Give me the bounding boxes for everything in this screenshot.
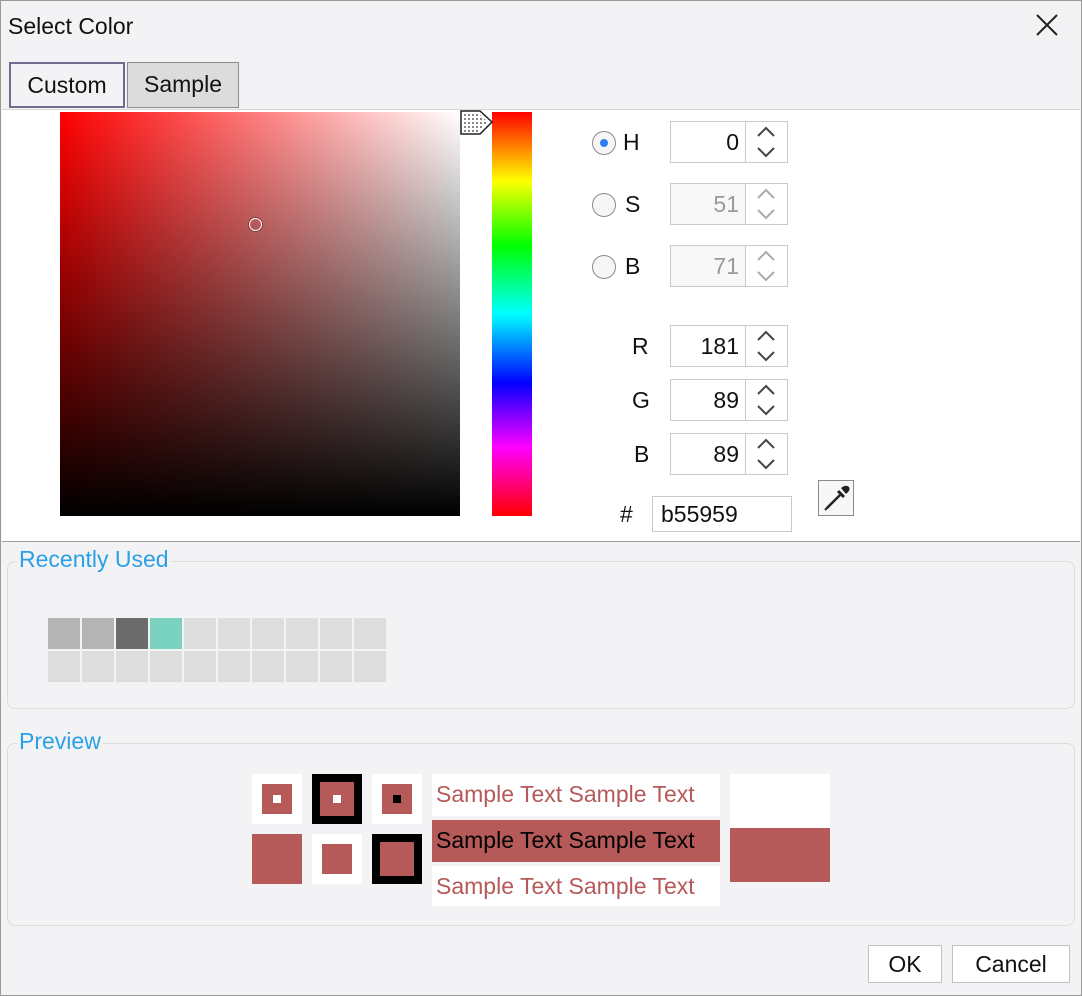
green-spinner[interactable]: [746, 379, 788, 421]
recent-color-swatch[interactable]: [48, 651, 80, 682]
preview-square-5: [312, 834, 362, 884]
ok-button[interactable]: OK: [868, 945, 942, 983]
chevron-up-icon: [757, 250, 775, 261]
label-b-blue: B: [634, 441, 650, 467]
title-bar: [1, 1, 1081, 53]
brightness-spinner[interactable]: [746, 245, 788, 287]
radio-hue[interactable]: [592, 131, 616, 155]
brightness-input[interactable]: 71: [670, 245, 746, 287]
recent-color-swatch[interactable]: [184, 651, 216, 682]
blue-decrement[interactable]: [746, 454, 786, 474]
label-b-brightness: B: [625, 253, 641, 279]
recent-color-swatch[interactable]: [354, 618, 386, 649]
chevron-up-icon: [757, 384, 775, 395]
recent-color-swatch[interactable]: [252, 651, 284, 682]
hue-input[interactable]: 0: [670, 121, 746, 163]
picker-cursor[interactable]: [249, 218, 262, 231]
chevron-down-icon: [757, 351, 775, 362]
red-decrement[interactable]: [746, 346, 786, 366]
preview-previous-color: [730, 774, 830, 828]
recent-color-swatch[interactable]: [320, 651, 352, 682]
green-input[interactable]: 89: [670, 379, 746, 421]
radio-brightness[interactable]: [592, 255, 616, 279]
label-hex: #: [620, 501, 633, 527]
recent-color-swatch[interactable]: [116, 618, 148, 649]
eyedropper-icon: [824, 485, 850, 511]
recent-color-swatch[interactable]: [48, 618, 80, 649]
preview-square-1: [252, 774, 302, 824]
red-input[interactable]: 181: [670, 325, 746, 367]
label-s: S: [625, 191, 641, 217]
label-g: G: [632, 387, 650, 413]
recent-color-swatch[interactable]: [82, 651, 114, 682]
chevron-down-icon: [757, 209, 775, 220]
saturation-brightness-picker[interactable]: [60, 112, 460, 516]
blue-increment[interactable]: [746, 434, 786, 454]
recent-color-swatch[interactable]: [184, 618, 216, 649]
brightness-decrement[interactable]: [746, 266, 786, 286]
chevron-up-icon: [757, 126, 775, 137]
chevron-up-icon: [757, 188, 775, 199]
hue-slider-handle-icon[interactable]: [460, 110, 494, 136]
recent-color-swatch[interactable]: [320, 618, 352, 649]
preview-text-on-white-2: Sample Text Sample Text: [432, 866, 720, 906]
label-r: R: [632, 333, 649, 359]
green-increment[interactable]: [746, 380, 786, 400]
recent-color-swatch[interactable]: [252, 618, 284, 649]
chevron-down-icon: [757, 405, 775, 416]
green-decrement[interactable]: [746, 400, 786, 420]
chevron-down-icon: [757, 459, 775, 470]
hex-input[interactable]: b55959: [652, 496, 792, 532]
hue-increment[interactable]: [746, 122, 786, 142]
recent-color-swatch[interactable]: [218, 618, 250, 649]
preview-square-6: [372, 834, 422, 884]
preview-square-2: [312, 774, 362, 824]
close-icon: [1036, 14, 1058, 36]
blue-spinner[interactable]: [746, 433, 788, 475]
preview-square-4: [252, 834, 302, 884]
recent-color-swatch[interactable]: [116, 651, 148, 682]
hue-decrement[interactable]: [746, 142, 786, 162]
preview-square-3: [372, 774, 422, 824]
recent-colors-grid: [48, 618, 388, 684]
blue-input[interactable]: 89: [670, 433, 746, 475]
recent-color-swatch[interactable]: [150, 618, 182, 649]
preview-title: Preview: [17, 728, 103, 755]
hue-spinner[interactable]: [746, 121, 788, 163]
recent-color-swatch[interactable]: [286, 618, 318, 649]
saturation-spinner[interactable]: [746, 183, 788, 225]
hue-slider-bar[interactable]: [492, 112, 532, 516]
cancel-button[interactable]: Cancel: [952, 945, 1070, 983]
tab-custom[interactable]: Custom: [9, 62, 125, 108]
preview-text-on-color: Sample Text Sample Text: [432, 820, 720, 862]
recent-color-swatch[interactable]: [82, 618, 114, 649]
recent-color-swatch[interactable]: [354, 651, 386, 682]
eyedropper-button[interactable]: [818, 480, 854, 516]
chevron-up-icon: [757, 438, 775, 449]
label-h: H: [623, 129, 640, 155]
brightness-increment[interactable]: [746, 246, 786, 266]
dialog-title: Select Color: [8, 13, 134, 39]
preview-new-color: [730, 828, 830, 882]
saturation-decrement[interactable]: [746, 204, 786, 224]
recent-color-swatch[interactable]: [218, 651, 250, 682]
recent-color-swatch[interactable]: [150, 651, 182, 682]
saturation-input[interactable]: 51: [670, 183, 746, 225]
close-button[interactable]: [1030, 8, 1064, 44]
preview-text-on-white: Sample Text Sample Text: [432, 774, 720, 816]
saturation-increment[interactable]: [746, 184, 786, 204]
red-spinner[interactable]: [746, 325, 788, 367]
chevron-up-icon: [757, 330, 775, 341]
radio-saturation[interactable]: [592, 193, 616, 217]
chevron-down-icon: [757, 147, 775, 158]
chevron-down-icon: [757, 271, 775, 282]
red-increment[interactable]: [746, 326, 786, 346]
recent-color-swatch[interactable]: [286, 651, 318, 682]
recently-used-title: Recently Used: [17, 546, 171, 573]
tab-sample[interactable]: Sample: [127, 62, 239, 108]
